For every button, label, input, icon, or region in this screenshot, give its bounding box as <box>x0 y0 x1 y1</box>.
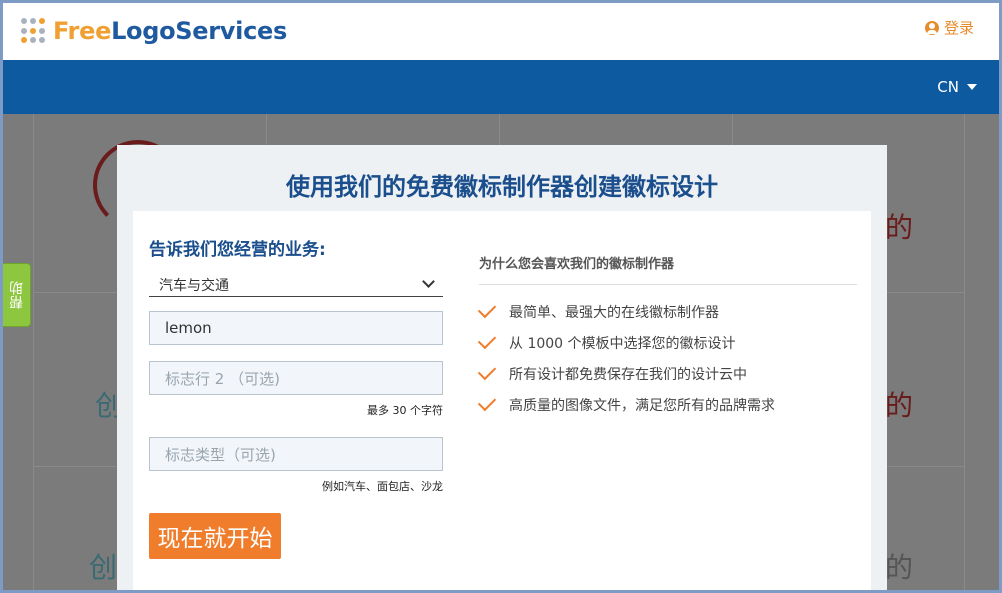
help-tab[interactable]: 帮助 <box>3 263 31 327</box>
modal-title: 使用我们的免费徽标制作器创建徽标设计 <box>286 173 718 201</box>
checkmark-icon <box>477 361 497 381</box>
logo-type-input[interactable]: 标志类型（可选) <box>149 437 443 471</box>
tagline-hint: 最多 30 个字符 <box>367 404 443 417</box>
logo-dots-icon <box>21 18 47 44</box>
user-icon <box>924 20 939 35</box>
industry-select[interactable]: 汽车与交通 <box>149 271 443 297</box>
logo-name-value: lemon <box>165 319 212 337</box>
checkmark-icon <box>477 330 497 350</box>
list-item: 所有设计都免费保存在我们的设计云中 <box>477 361 747 385</box>
reasons-heading: 为什么您会喜欢我们的徽标制作器 <box>479 257 675 272</box>
help-tab-label: 帮助 <box>8 281 25 309</box>
background-glyph: 创 <box>89 551 118 584</box>
background-glyph: 的 <box>885 211 914 244</box>
browser-frame: FreeLogoServices 登录 CN 创 创 的 的 的 帮助 使用我们… <box>0 0 1002 593</box>
list-item: 高质量的图像文件，满足您所有的品牌需求 <box>477 392 775 416</box>
start-now-button[interactable]: 现在就开始 <box>149 513 281 559</box>
caret-down-icon <box>967 84 977 90</box>
checkmark-icon <box>477 392 497 412</box>
form-heading: 告诉我们您经营的业务: <box>149 240 326 260</box>
nav-bar: CN <box>3 60 999 114</box>
language-selector[interactable]: CN <box>937 78 977 96</box>
logo-text-free: Free <box>53 17 112 45</box>
feature-text: 高质量的图像文件，满足您所有的品牌需求 <box>509 398 775 414</box>
site-logo[interactable]: FreeLogoServices <box>21 17 287 45</box>
background-glyph: 的 <box>885 389 914 422</box>
feature-text: 最简单、最强大的在线徽标制作器 <box>509 305 719 321</box>
logo-type-hint: 例如汽车、面包店、沙龙 <box>322 480 443 493</box>
logo-text-rest: LogoServices <box>111 17 287 45</box>
list-item: 从 1000 个模板中选择您的徽标设计 <box>477 330 736 354</box>
background-glyph: 的 <box>885 551 914 584</box>
feature-text: 从 1000 个模板中选择您的徽标设计 <box>509 336 736 352</box>
checkmark-icon <box>477 299 497 319</box>
logo-type-placeholder: 标志类型（可选) <box>165 445 276 464</box>
modal-body: 告诉我们您经营的业务: 汽车与交通 lemon 标志行 2 （可选) 最多 30… <box>133 211 871 590</box>
logo-name-input[interactable]: lemon <box>149 311 443 345</box>
language-label: CN <box>937 78 959 96</box>
login-link[interactable]: 登录 <box>924 17 974 38</box>
reasons-divider <box>479 284 857 285</box>
list-item: 最简单、最强大的在线徽标制作器 <box>477 299 719 323</box>
tagline-input[interactable]: 标志行 2 （可选) <box>149 361 443 395</box>
feature-text: 所有设计都免费保存在我们的设计云中 <box>509 367 747 383</box>
tagline-placeholder: 标志行 2 （可选) <box>165 369 280 388</box>
top-header: FreeLogoServices 登录 <box>3 3 999 60</box>
login-label: 登录 <box>943 19 974 37</box>
chevron-down-icon <box>422 275 435 288</box>
industry-selected-value: 汽车与交通 <box>159 278 229 294</box>
logo-text: FreeLogoServices <box>53 17 287 45</box>
logo-maker-modal: 使用我们的免费徽标制作器创建徽标设计 告诉我们您经营的业务: 汽车与交通 lem… <box>117 145 887 590</box>
